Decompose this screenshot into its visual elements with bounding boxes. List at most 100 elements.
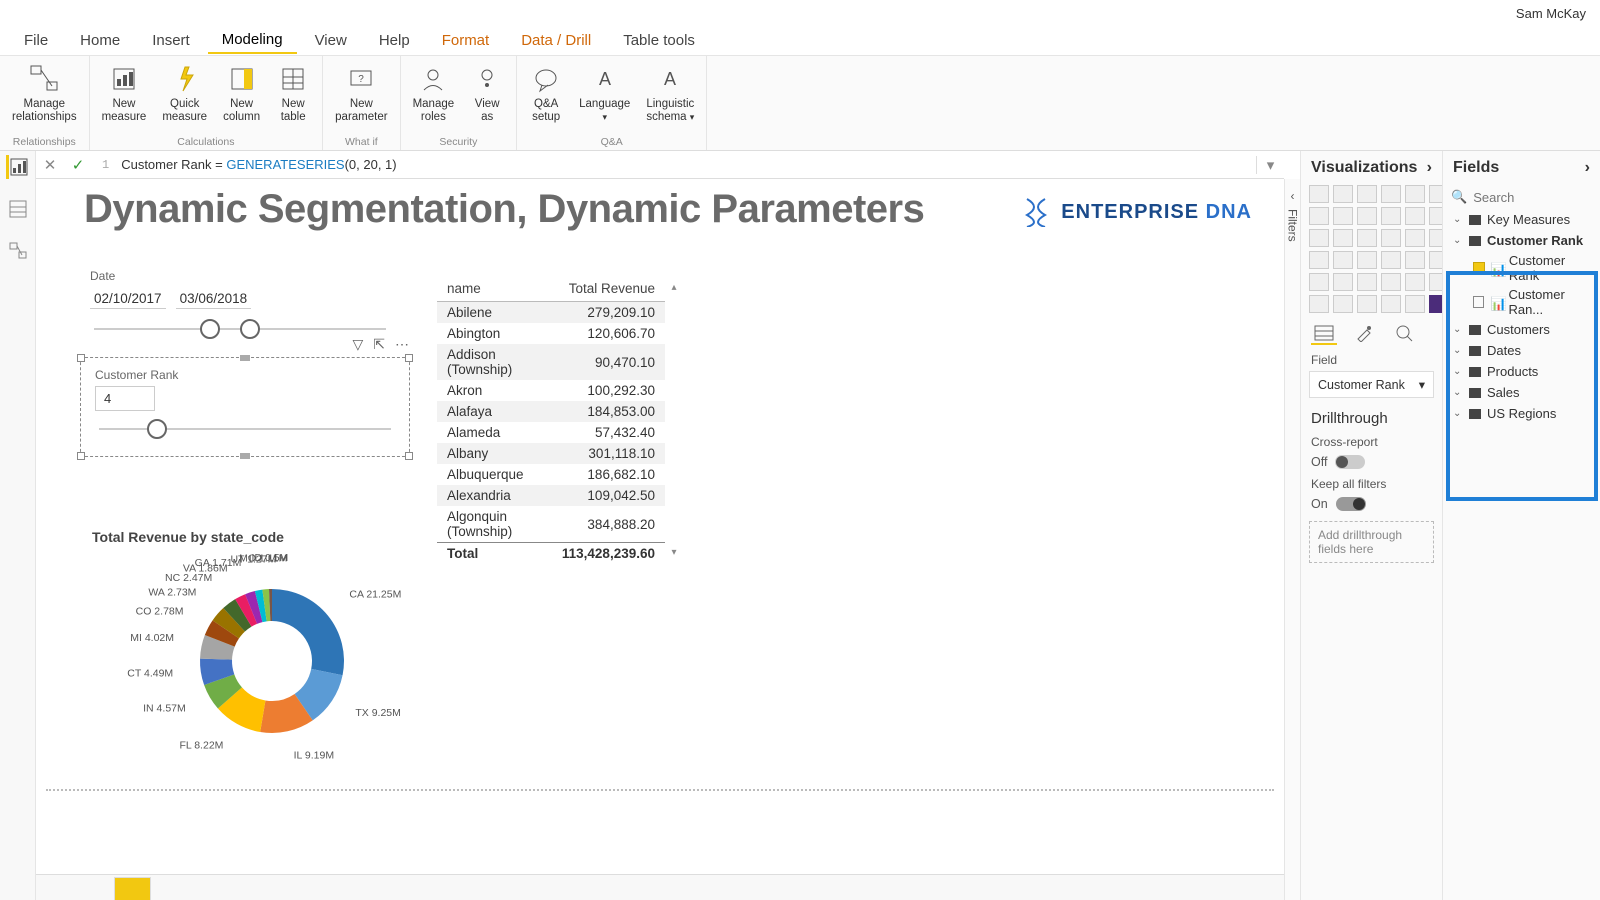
viz-type-button[interactable]: [1309, 185, 1329, 203]
viz-type-button[interactable]: [1309, 229, 1329, 247]
linguistic-schema-button[interactable]: A Linguistic schema ▾: [640, 58, 700, 128]
fields-search[interactable]: 🔍: [1443, 185, 1600, 209]
viz-type-button[interactable]: [1357, 207, 1377, 225]
date-from[interactable]: 02/10/2017: [90, 289, 166, 309]
chevron-down-icon[interactable]: ▾: [1419, 377, 1425, 392]
table-row[interactable]: Addison (Township)90,470.10: [437, 344, 665, 380]
field-table-key-measures[interactable]: ⌄Key Measures: [1445, 209, 1598, 230]
viz-type-button[interactable]: [1381, 295, 1401, 313]
viz-type-button[interactable]: [1357, 185, 1377, 203]
tab-file[interactable]: File: [10, 28, 62, 53]
rank-value-input[interactable]: 4: [95, 386, 155, 411]
viz-type-button[interactable]: [1333, 251, 1353, 269]
date-slider[interactable]: [90, 319, 390, 339]
manage-roles-button[interactable]: Manage roles: [407, 58, 461, 128]
filters-pane-collapsed[interactable]: ‹ Filters: [1284, 179, 1300, 900]
cross-report-toggle[interactable]: [1335, 455, 1365, 469]
manage-relationships-button[interactable]: Manage relationships: [6, 58, 83, 128]
viz-type-button[interactable]: [1357, 229, 1377, 247]
formula-expand-button[interactable]: ▾: [1256, 156, 1284, 174]
viz-type-button[interactable]: [1405, 229, 1425, 247]
viz-type-button[interactable]: [1333, 273, 1353, 291]
field-well[interactable]: Customer Rank▾: [1309, 371, 1434, 398]
field-table-products[interactable]: ⌄Products: [1445, 361, 1598, 382]
rank-slider[interactable]: [95, 419, 395, 439]
customer-rank-slicer[interactable]: ▽ ⇱ ⋯ Customer Rank 4: [80, 357, 410, 457]
donut-chart[interactable]: Total Revenue by state_code CA 21.25MTX …: [92, 529, 452, 771]
viz-type-button[interactable]: [1357, 273, 1377, 291]
viz-type-button[interactable]: [1381, 229, 1401, 247]
qa-setup-button[interactable]: Q&A setup: [523, 58, 569, 128]
viz-type-button[interactable]: [1309, 273, 1329, 291]
analytics-tab-button[interactable]: [1391, 323, 1417, 345]
model-view-button[interactable]: [6, 239, 30, 263]
viz-type-button[interactable]: [1309, 251, 1329, 269]
page-tab-active[interactable]: [114, 877, 151, 900]
data-view-button[interactable]: [6, 197, 30, 221]
date-to[interactable]: 03/06/2018: [176, 289, 252, 309]
keep-filters-toggle[interactable]: [1336, 497, 1366, 511]
filter-icon[interactable]: ▽: [352, 336, 363, 353]
table-scrollbar[interactable]: ▴▾: [667, 282, 681, 558]
field-item[interactable]: 📊Customer Ran...: [1445, 285, 1598, 319]
viz-type-button[interactable]: [1333, 185, 1353, 203]
field-table-dates[interactable]: ⌄Dates: [1445, 340, 1598, 361]
table-row[interactable]: Albuquerque186,682.10: [437, 464, 665, 485]
viz-type-button[interactable]: [1333, 295, 1353, 313]
viz-type-button[interactable]: [1405, 185, 1425, 203]
viz-type-button[interactable]: [1405, 273, 1425, 291]
viz-type-button[interactable]: [1405, 207, 1425, 225]
more-options-icon[interactable]: ⋯: [395, 336, 409, 353]
viz-type-button[interactable]: [1381, 207, 1401, 225]
revenue-table[interactable]: name Total Revenue Abilene279,209.10Abin…: [436, 275, 666, 565]
rank-slider-handle[interactable]: [147, 419, 167, 439]
viz-type-button[interactable]: [1357, 295, 1377, 313]
view-as-button[interactable]: View as: [464, 58, 510, 128]
viz-type-button[interactable]: [1405, 295, 1425, 313]
col-revenue[interactable]: Total Revenue: [552, 276, 665, 302]
slider-handle-to[interactable]: [240, 319, 260, 339]
chevron-right-icon[interactable]: ›: [1585, 159, 1590, 177]
tab-data-drill[interactable]: Data / Drill: [507, 28, 605, 53]
new-table-button[interactable]: New table: [270, 58, 316, 128]
viz-type-button[interactable]: [1309, 295, 1329, 313]
table-row[interactable]: Albany301,118.10: [437, 443, 665, 464]
table-row[interactable]: Abilene279,209.10: [437, 302, 665, 324]
field-item[interactable]: 📊Customer Rank: [1445, 251, 1598, 285]
field-table-us-regions[interactable]: ⌄US Regions: [1445, 403, 1598, 424]
search-input[interactable]: [1473, 190, 1600, 205]
tab-view[interactable]: View: [301, 28, 361, 53]
format-tab-button[interactable]: [1351, 323, 1377, 345]
table-row[interactable]: Alexandria109,042.50: [437, 485, 665, 506]
language-button[interactable]: A Language▾: [573, 58, 636, 128]
formula-input[interactable]: Customer Rank = GENERATESERIES(0, 20, 1): [115, 157, 1256, 173]
viz-type-button[interactable]: [1381, 185, 1401, 203]
viz-type-button[interactable]: [1405, 251, 1425, 269]
col-name[interactable]: name: [437, 276, 552, 302]
table-row[interactable]: Algonquin (Township)384,888.20: [437, 506, 665, 543]
tab-insert[interactable]: Insert: [138, 28, 204, 53]
date-slicer[interactable]: Date 02/10/2017 03/06/2018: [90, 269, 390, 339]
viz-type-button[interactable]: [1333, 229, 1353, 247]
table-row[interactable]: Akron100,292.30: [437, 380, 665, 401]
formula-cancel-button[interactable]: ✕: [36, 156, 64, 174]
field-table-customer-rank[interactable]: ⌄Customer Rank: [1445, 230, 1598, 251]
tab-home[interactable]: Home: [66, 28, 134, 53]
slider-handle-from[interactable]: [200, 319, 220, 339]
field-table-customers[interactable]: ⌄Customers: [1445, 319, 1598, 340]
chevron-right-icon[interactable]: ›: [1427, 159, 1432, 177]
table-row[interactable]: Alafaya184,853.00: [437, 401, 665, 422]
viz-type-button[interactable]: [1357, 251, 1377, 269]
fields-tab-button[interactable]: [1311, 323, 1337, 345]
new-parameter-button[interactable]: ? New parameter: [329, 58, 393, 128]
tab-modeling[interactable]: Modeling: [208, 27, 297, 54]
table-row[interactable]: Abington120,606.70: [437, 323, 665, 344]
new-column-button[interactable]: New column: [217, 58, 266, 128]
tab-help[interactable]: Help: [365, 28, 424, 53]
viz-type-button[interactable]: [1309, 207, 1329, 225]
quick-measure-button[interactable]: Quick measure: [156, 58, 213, 128]
viz-type-button[interactable]: [1381, 251, 1401, 269]
tab-format[interactable]: Format: [428, 28, 504, 53]
table-row[interactable]: Alameda57,432.40: [437, 422, 665, 443]
drillthrough-drop-zone[interactable]: Add drillthrough fields here: [1309, 521, 1434, 563]
